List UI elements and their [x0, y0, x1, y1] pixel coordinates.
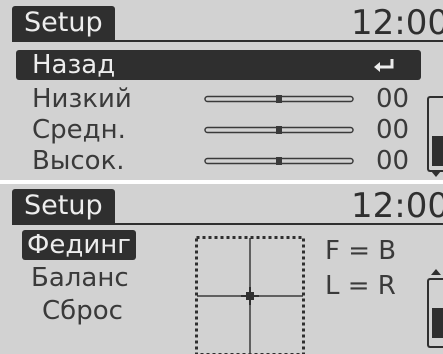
scroll-down-arrow-icon[interactable] — [429, 170, 443, 178]
menu-item-fade[interactable]: Фединг — [22, 230, 136, 260]
clock: 12:00 — [351, 3, 443, 43]
eq-band-mid[interactable]: Средн. 00 — [16, 115, 421, 145]
reset-label: Сброс — [42, 296, 123, 326]
eq-band-bass[interactable]: Низкий 00 — [16, 84, 421, 114]
screen-title: Setup — [12, 189, 115, 223]
scroll-thumb[interactable] — [432, 136, 443, 166]
fade-label: Фединг — [27, 230, 131, 260]
scrollbar[interactable] — [427, 278, 443, 348]
back-arrow-icon — [374, 59, 394, 72]
balance-readout: L = R — [325, 271, 396, 301]
eq-band-treble[interactable]: Высок. 00 — [16, 146, 421, 176]
scroll-thumb[interactable] — [432, 308, 443, 338]
balance-label: Баланс — [31, 263, 129, 293]
crosshair-icon — [241, 287, 259, 305]
back-label: Назад — [32, 50, 116, 80]
band-value: 00 — [376, 84, 410, 114]
fade-readout: F = B — [325, 236, 397, 266]
eq-slider[interactable] — [204, 126, 354, 134]
scroll-up-arrow-icon[interactable] — [429, 268, 443, 276]
clock: 12:00 — [351, 186, 443, 226]
band-label: Высок. — [32, 146, 125, 176]
eq-slider[interactable] — [204, 157, 354, 165]
equalizer-screen: Setup 12:00 Назад Низкий 00 Средн. 00 Вы… — [0, 0, 443, 180]
band-value: 00 — [376, 146, 410, 176]
band-label: Низкий — [32, 84, 132, 114]
fader-screen: Setup 12:00 Фединг Баланс Сброс F = B L … — [0, 184, 443, 354]
menu-item-balance[interactable]: Баланс — [26, 263, 134, 293]
fader-balance-grid[interactable] — [195, 236, 305, 354]
back-menu-item[interactable]: Назад — [16, 50, 421, 80]
band-label: Средн. — [32, 115, 126, 145]
menu-item-reset[interactable]: Сброс — [37, 296, 128, 326]
band-value: 00 — [376, 115, 410, 145]
scrollbar[interactable] — [427, 96, 443, 172]
screen-title: Setup — [12, 6, 115, 40]
eq-slider[interactable] — [204, 95, 354, 103]
